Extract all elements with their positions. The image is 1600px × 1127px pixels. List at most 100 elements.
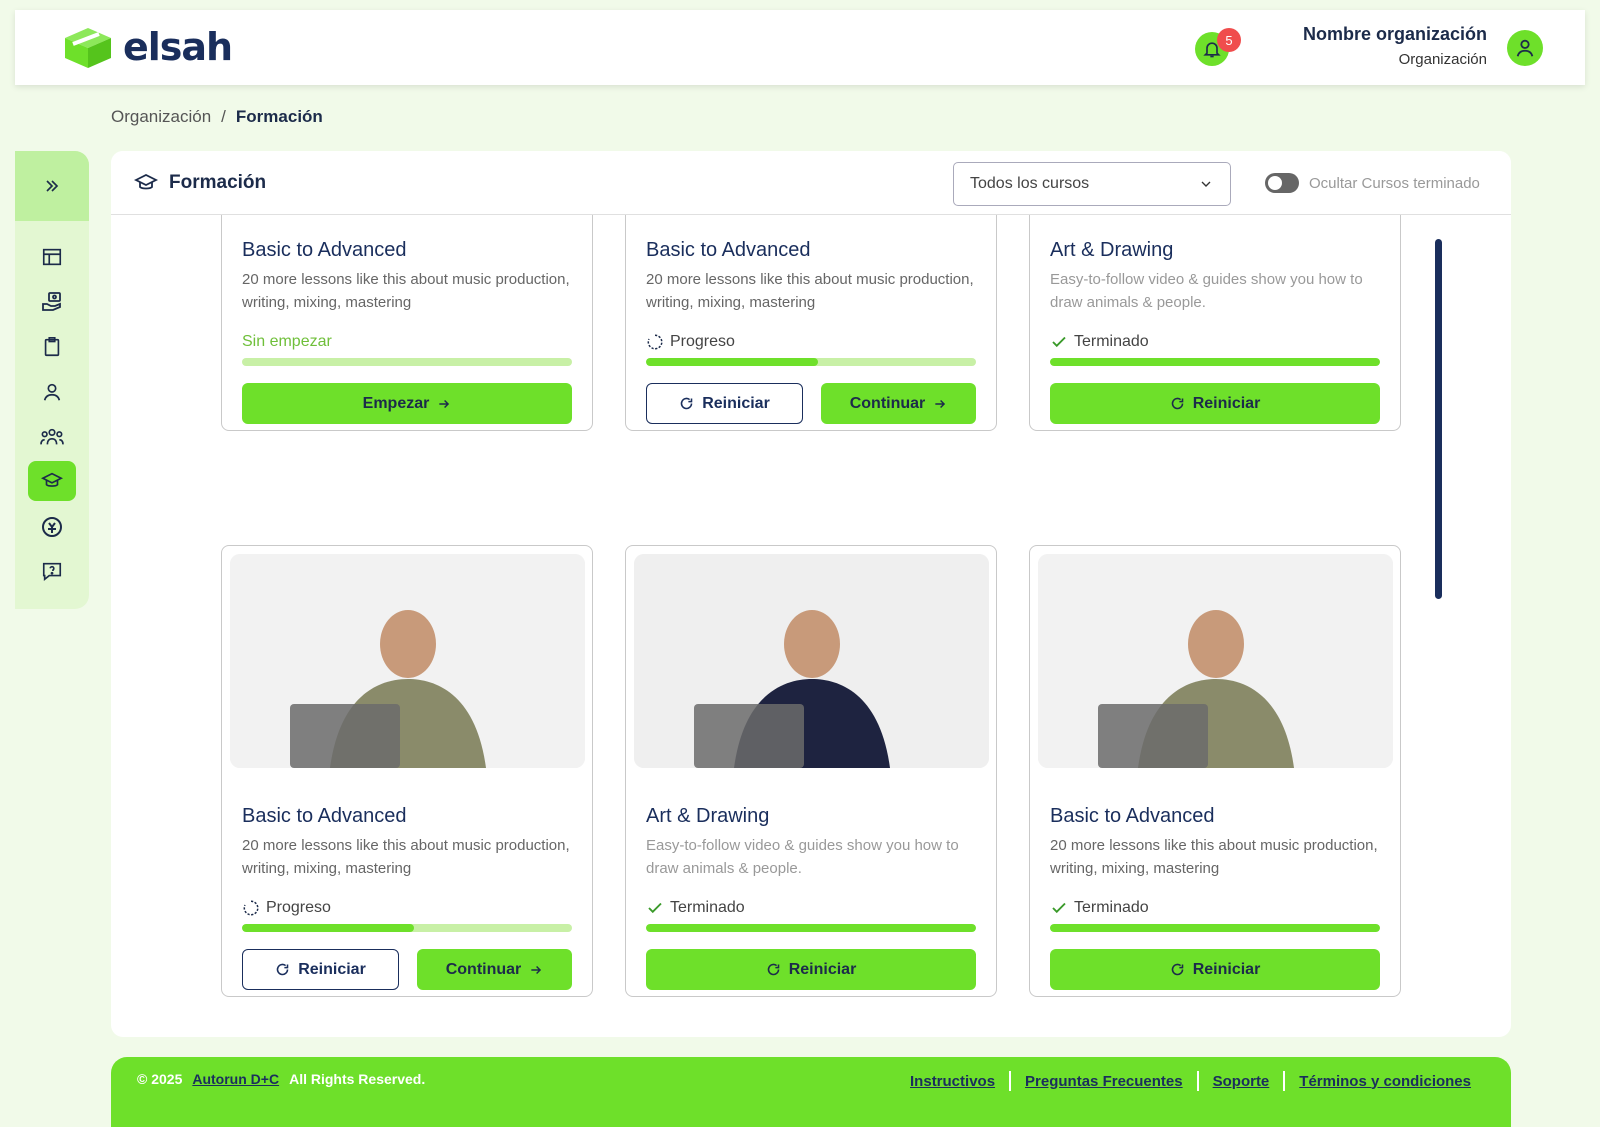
hide-finished-label: Ocultar Cursos terminado (1309, 174, 1480, 192)
user-icon (1516, 39, 1534, 57)
footer-rights: All Rights Reserved. (289, 1071, 426, 1087)
course-status: Progreso (242, 898, 572, 918)
breadcrumb-root[interactable]: Organización (111, 107, 211, 127)
graduation-cap-icon (133, 173, 159, 190)
course-actions: Reiniciar (646, 949, 976, 990)
notification-count-badge: 5 (1217, 28, 1241, 52)
continue-label: Continuar (849, 394, 926, 412)
course-description: 20 more lessons like this about music pr… (646, 271, 974, 311)
arrow-right-icon (935, 399, 946, 408)
sidebar-item-dashboard[interactable] (28, 237, 76, 277)
layout-icon (42, 248, 62, 266)
course-status-text: Terminado (1074, 899, 1149, 916)
footer-separator (1283, 1071, 1286, 1091)
restart-button[interactable]: Reiniciar (646, 383, 803, 424)
continue-button[interactable]: Continuar (821, 383, 976, 424)
sidebar-item-payments[interactable] (28, 282, 76, 322)
footer-links: Instructivos Preguntas Frecuentes Soport… (910, 1071, 1471, 1091)
course-actions: Reiniciar Continuar (242, 949, 572, 990)
course-progress-bar (646, 924, 976, 932)
restart-button[interactable]: Reiniciar (242, 949, 399, 990)
course-status: Sin empezar (242, 332, 572, 352)
organization-info: Nombre organización Organización (1303, 24, 1487, 68)
user-avatar-button[interactable] (1507, 30, 1543, 66)
restart-label: Reiniciar (298, 960, 366, 978)
course-title: Art & Drawing (1050, 239, 1174, 261)
course-progress-fill (1050, 358, 1380, 366)
course-filter-value: Todos los cursos (970, 175, 1090, 192)
footer-link-terms[interactable]: Términos y condiciones (1299, 1073, 1471, 1090)
breadcrumb-current: Formación (235, 107, 323, 126)
course-status-text: Progreso (670, 333, 735, 350)
course-actions: Reiniciar (1050, 949, 1380, 990)
course-thumbnail[interactable] (230, 554, 585, 768)
arrow-right-icon (531, 965, 542, 974)
course-image (1038, 554, 1393, 768)
course-image (634, 554, 989, 768)
course-actions: Empezar (242, 383, 572, 424)
hand-money-icon (42, 292, 61, 311)
check-icon (648, 902, 662, 914)
panel-title: Formación (133, 171, 266, 195)
refresh-icon (1171, 397, 1183, 410)
course-status: Progreso (646, 332, 976, 352)
hide-finished-toggle-wrap: Ocultar Cursos terminado (1265, 173, 1480, 193)
footer-link-instructivos[interactable]: Instructivos (910, 1073, 995, 1090)
course-progress-bar (1050, 358, 1380, 366)
course-progress-bar (242, 924, 572, 932)
course-status: Terminado (1050, 332, 1380, 352)
sidebar-expand-button[interactable] (15, 151, 89, 221)
check-icon (1052, 902, 1066, 914)
sidebar-item-profile[interactable] (28, 372, 76, 412)
sidebar (15, 151, 89, 609)
footer-company-link[interactable]: Autorun D+C (192, 1071, 279, 1087)
sidebar-item-tasks[interactable] (28, 327, 76, 367)
footer-link-support[interactable]: Soporte (1213, 1073, 1270, 1090)
course-status-text: Progreso (266, 899, 331, 916)
org-name: Nombre organización (1302, 24, 1487, 44)
course-progress-bar (242, 358, 572, 366)
top-header: elsah 5 Nombre organización Organización (15, 10, 1585, 85)
course-description: Easy-to-follow video & guides show you h… (1050, 271, 1363, 311)
double-chevron-right-icon (46, 180, 59, 192)
course-thumbnail[interactable] (1038, 554, 1393, 768)
restart-label: Reiniciar (788, 960, 857, 978)
progress-spinner-icon (647, 334, 663, 350)
course-status-text: Terminado (670, 899, 745, 916)
restart-label: Reiniciar (702, 394, 770, 412)
logo[interactable]: elsah (59, 22, 233, 72)
course-thumbnail[interactable] (634, 554, 989, 768)
restart-label: Reiniciar (1192, 960, 1261, 978)
sidebar-item-health[interactable] (28, 507, 76, 547)
continue-button[interactable]: Continuar (417, 949, 572, 990)
content-scrollbar[interactable] (1435, 239, 1442, 599)
course-status: Terminado (1050, 898, 1380, 918)
course-status-text: Terminado (1074, 333, 1149, 350)
hide-finished-toggle[interactable] (1265, 173, 1299, 193)
sidebar-item-help[interactable] (28, 551, 76, 591)
footer-separator (1009, 1071, 1012, 1091)
footer-copyright: © 2025 (137, 1071, 183, 1087)
panel-header: Formación Todos los cursos Ocultar Curso… (111, 151, 1511, 215)
course-title: Basic to Advanced (1050, 805, 1215, 827)
sidebar-item-training[interactable] (28, 461, 76, 501)
logo-text: elsah (123, 25, 233, 69)
arrow-right-icon (439, 399, 450, 408)
course-progress-fill (646, 924, 976, 932)
course-description: 20 more lessons like this about music pr… (242, 271, 570, 311)
sidebar-item-team[interactable] (28, 417, 76, 457)
restart-button[interactable]: Reiniciar (646, 949, 976, 990)
help-message-icon (42, 562, 62, 581)
footer-link-faq[interactable]: Preguntas Frecuentes (1025, 1073, 1183, 1090)
course-progress-bar (646, 358, 976, 366)
course-title: Basic to Advanced (646, 239, 811, 261)
refresh-icon (1171, 963, 1183, 976)
user-icon (43, 383, 61, 401)
restart-button[interactable]: Reiniciar (1050, 383, 1380, 424)
course-filter-select[interactable]: Todos los cursos (953, 162, 1231, 206)
restart-button[interactable]: Reiniciar (1050, 949, 1380, 990)
start-button[interactable]: Empezar (242, 383, 572, 424)
course-actions: Reiniciar (1050, 383, 1380, 424)
training-panel: Formación Todos los cursos Ocultar Curso… (111, 151, 1511, 1037)
course-progress-fill (646, 358, 818, 366)
